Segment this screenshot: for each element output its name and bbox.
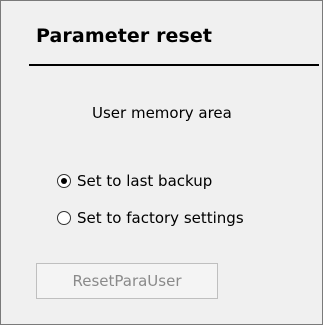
reset-para-user-button[interactable]: ResetParaUser (36, 263, 218, 299)
panel-title: Parameter reset (36, 25, 213, 47)
radio-unselected-icon[interactable] (57, 211, 71, 225)
radio-label-factory-settings: Set to factory settings (77, 209, 244, 227)
parameter-reset-panel: Parameter reset User memory area Set to … (0, 0, 323, 325)
radio-set-to-last-backup[interactable]: Set to last backup (57, 170, 212, 192)
radio-label-last-backup: Set to last backup (77, 172, 213, 190)
title-divider (29, 64, 319, 66)
radio-selected-icon[interactable] (57, 174, 71, 188)
radio-dot-icon (61, 178, 67, 184)
user-memory-area-label: User memory area (92, 104, 232, 122)
radio-set-to-factory-settings[interactable]: Set to factory settings (57, 207, 244, 229)
